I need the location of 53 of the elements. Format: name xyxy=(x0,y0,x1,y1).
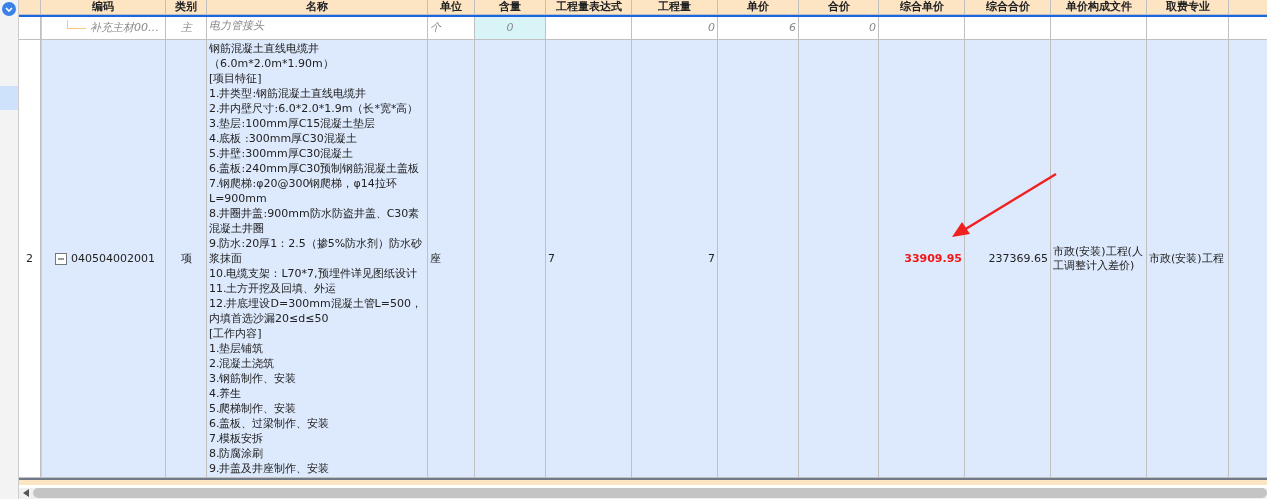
name-line: 2.井内壁尺寸:6.0*2.0*1.9m（长*宽*高） xyxy=(209,101,420,116)
name-line: 1.垫层铺筑 xyxy=(209,341,265,356)
name-line: 12.井底埋设D=300mm混凝土管L=500，内填首选沙漏20≤d≤50 xyxy=(209,296,423,326)
name-line: 8.井圈井盖:900mm防水防盗井盖、C30素混凝土井圈 xyxy=(209,206,421,236)
column-header[interactable]: 综合单价 xyxy=(879,0,965,15)
column-header[interactable]: 含量 xyxy=(475,0,546,15)
column-header[interactable]: 综合合价 xyxy=(965,0,1051,15)
scroll-left-icon[interactable] xyxy=(23,489,29,498)
name-line: 11.土方开挖及回填、外运 xyxy=(209,281,338,296)
type-cell: 项 xyxy=(166,40,207,478)
quantity-cell: 7 xyxy=(632,40,718,478)
name-line: 钢筋混凝土直线电缆井（6.0m*2.0m*1.90m） xyxy=(209,41,335,71)
column-header[interactable]: 单价 xyxy=(718,0,799,15)
name-line: 7.模板安拆 xyxy=(209,431,265,446)
combined-total-cell: 237369.65 xyxy=(965,40,1051,478)
name-line: 3.垫层:100mm厚C15混凝土垫层 xyxy=(209,116,377,131)
column-header[interactable]: 工程量 xyxy=(632,0,718,15)
name-line: 7.钢爬梯:φ20@300钢爬梯，φ14拉环L=900mm xyxy=(209,176,398,206)
expression-cell: 7 xyxy=(546,40,632,478)
name-line: 4.底板 :300mm厚C30混凝土 xyxy=(209,131,358,146)
column-header[interactable]: 名称 xyxy=(207,0,428,15)
code-text: 040504002001 xyxy=(71,251,155,266)
name-line: 4.养生 xyxy=(209,386,243,401)
code-text: 补充主材00… xyxy=(90,21,159,35)
name-line: 5.井壁:300mm厚C30混凝土 xyxy=(209,146,355,161)
content-cell: 0 xyxy=(475,17,546,40)
price-file-cell: 市政(安装)工程(人工调整计入差价) xyxy=(1051,40,1147,478)
name-line: 5.爬梯制作、安装 xyxy=(209,401,298,416)
name-line: 6.盖板:240mm厚C30预制钢筋混凝土盖板 xyxy=(209,161,421,176)
column-header[interactable]: 编码 xyxy=(41,0,166,15)
name-line: 电力管接头 xyxy=(209,18,266,33)
column-header[interactable]: 取费专业 xyxy=(1147,0,1229,15)
column-header[interactable]: 类别 xyxy=(166,0,207,15)
unit-total-price-cell: 33909.95 xyxy=(879,40,965,478)
unit-cell: 座 xyxy=(428,40,475,478)
name-line: 8.防腐涂刷 xyxy=(209,446,265,461)
collapse-icon[interactable] xyxy=(55,252,67,265)
column-header[interactable]: 单价构成文件 xyxy=(1051,0,1147,15)
name-line: [项目特征] xyxy=(209,71,263,86)
name-line: [工作内容] xyxy=(209,326,263,341)
name-line: 2.混凝土浇筑 xyxy=(209,356,276,371)
column-header[interactable]: 单位 xyxy=(428,0,475,15)
circle-chevron-icon[interactable] xyxy=(2,2,16,16)
name-line: 9.防水:20厚1：2.5（掺5%防水剂）防水砂浆抹面 xyxy=(209,236,424,266)
name-line: 6.盖板、过梁制作、安装 xyxy=(209,416,331,431)
name-line: 1.井类型:钢筋混凝土直线电缆井 xyxy=(209,86,368,101)
row-number: 2 xyxy=(19,40,41,478)
fee-type-cell: 市政(安装)工程 xyxy=(1147,40,1229,478)
column-header[interactable]: 工程量表达式 xyxy=(546,0,632,15)
name-line: 9.井盖及井座制作、安装 xyxy=(209,461,331,476)
column-header[interactable]: 合价 xyxy=(799,0,879,15)
name-line: 3.钢筋制作、安装 xyxy=(209,371,298,386)
name-line: 10.电缆支架：L70*7,预埋件详见图纸设计 xyxy=(209,266,418,281)
